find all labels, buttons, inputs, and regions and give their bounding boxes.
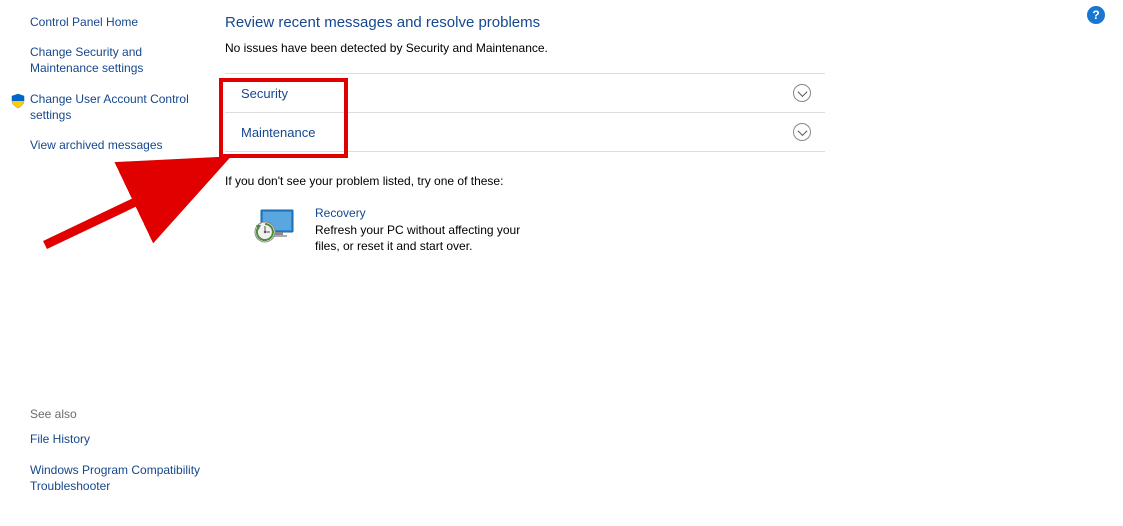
chevron-down-icon [793, 123, 811, 141]
recovery-text: Recovery Refresh your PC without affecti… [315, 206, 535, 254]
change-security-settings-link[interactable]: Change Security and Maintenance settings [30, 44, 200, 76]
see-also-section: See also File History Windows Program Co… [30, 407, 210, 508]
maintenance-section[interactable]: Maintenance [225, 112, 825, 152]
change-uac-settings-link[interactable]: Change User Account Control settings [30, 91, 200, 123]
recovery-description: Refresh your PC without affecting your f… [315, 222, 535, 254]
file-history-link[interactable]: File History [30, 431, 210, 447]
help-icon[interactable]: ? [1087, 6, 1105, 24]
security-label: Security [241, 86, 288, 101]
chevron-down-icon [793, 84, 811, 102]
page-title: Review recent messages and resolve probl… [225, 14, 825, 31]
security-section[interactable]: Security [225, 73, 825, 112]
maintenance-label: Maintenance [241, 125, 315, 140]
status-text: No issues have been detected by Security… [225, 41, 825, 55]
main-content: Review recent messages and resolve probl… [225, 14, 825, 254]
view-archived-messages-link[interactable]: View archived messages [30, 137, 200, 153]
hint-text: If you don't see your problem listed, tr… [225, 174, 825, 188]
sidebar: Control Panel Home Change Security and M… [0, 0, 210, 177]
recovery-icon [253, 206, 297, 246]
compatibility-troubleshooter-link[interactable]: Windows Program Compatibility Troublesho… [30, 462, 210, 494]
see-also-heading: See also [30, 407, 210, 421]
accordion-group: Security Maintenance [225, 73, 825, 152]
control-panel-home-link[interactable]: Control Panel Home [30, 14, 200, 30]
recovery-item: Recovery Refresh your PC without affecti… [225, 206, 825, 254]
recovery-link[interactable]: Recovery [315, 206, 535, 220]
